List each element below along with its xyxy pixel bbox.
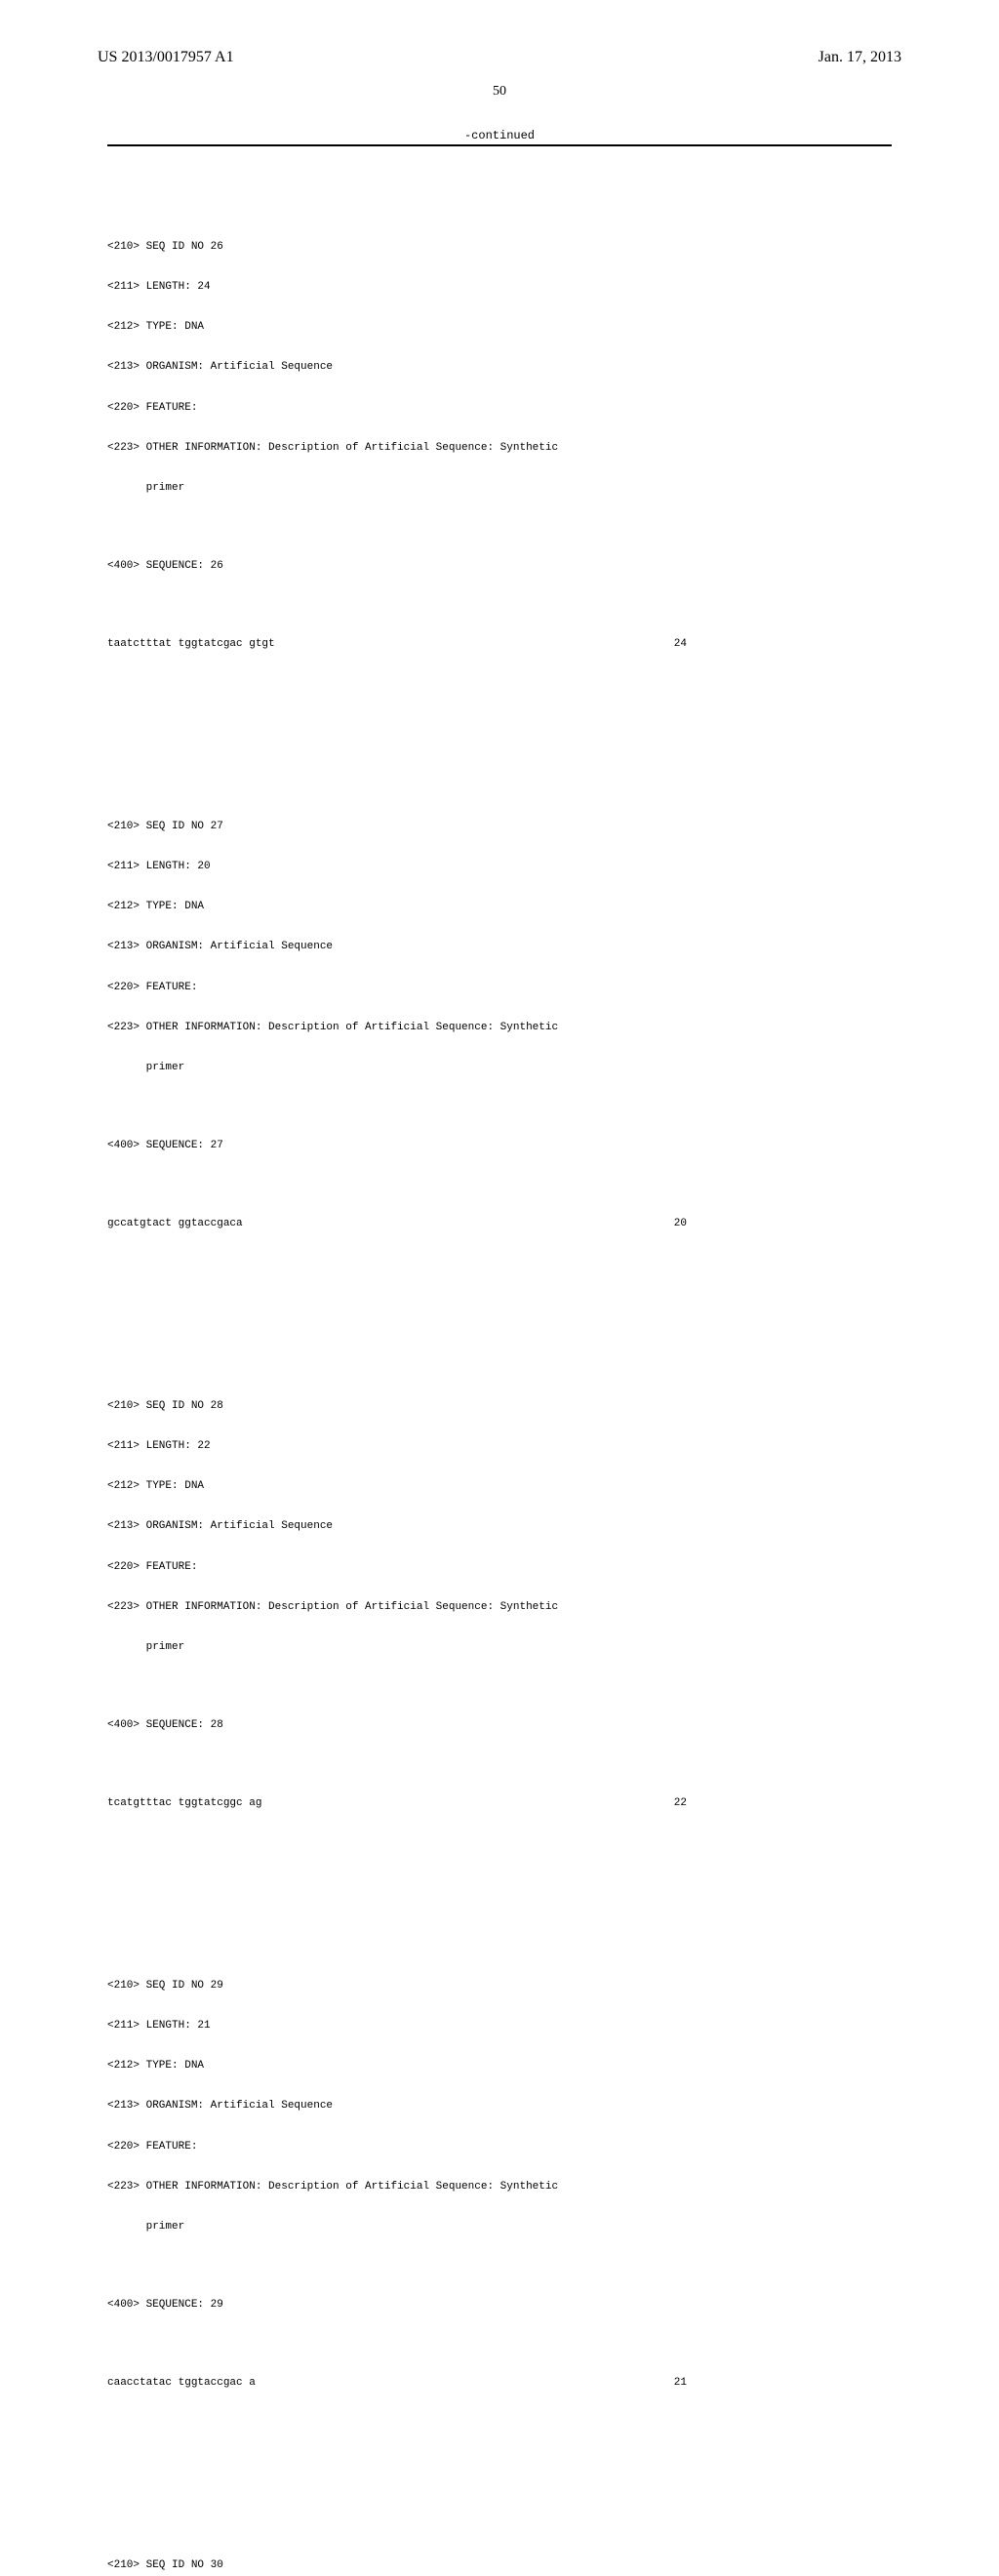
page-container: US 2013/0017957 A1 Jan. 17, 2013 50 -con… [0,0,999,1288]
seq-tag: <213> ORGANISM: Artificial Sequence [107,361,901,375]
seq-data-row: gccatgtact ggtaccgaca 20 [107,1218,901,1231]
seq-tag: <213> ORGANISM: Artificial Sequence [107,1520,901,1534]
seq-tag: <212> TYPE: DNA [107,1480,901,1494]
seq-data-row: caacctatac tggtaccgac a 21 [107,2377,901,2391]
seq-nucleotides: caacctatac tggtaccgac a [107,2377,256,2391]
divider-line [107,144,892,146]
seq-tag: <212> TYPE: DNA [107,901,901,914]
seq-tag: <220> FEATURE: [107,2141,901,2154]
seq-tag: <220> FEATURE: [107,1561,901,1575]
seq-tag: primer [107,1641,901,1655]
seq-data-row: tcatgtttac tggtatcggc ag 22 [107,1797,901,1811]
seq-length: 20 [674,1218,687,1231]
seq-label: <400> SEQUENCE: 27 [107,1140,901,1153]
seq-tag: <210> SEQ ID NO 27 [107,821,901,834]
seq-tag: primer [107,1062,901,1075]
seq-tag: <211> LENGTH: 22 [107,1440,901,1454]
seq-tag: <212> TYPE: DNA [107,2060,901,2073]
continued-label: -continued [98,129,901,142]
seq-tag: <223> OTHER INFORMATION: Description of … [107,2181,901,2194]
seq-length: 22 [674,1797,687,1811]
seq-tag: <210> SEQ ID NO 30 [107,2559,901,2573]
page-number: 50 [98,84,901,100]
seq-nucleotides: tcatgtttac tggtatcggc ag [107,1797,261,1811]
publication-date: Jan. 17, 2013 [819,49,901,66]
publication-number: US 2013/0017957 A1 [98,49,234,66]
seq-tag: <223> OTHER INFORMATION: Description of … [107,442,901,456]
seq-label: <400> SEQUENCE: 26 [107,560,901,574]
seq-tag: <213> ORGANISM: Artificial Sequence [107,2100,901,2113]
seq-length: 21 [674,2377,687,2391]
seq-tag: <210> SEQ ID NO 29 [107,1980,901,1993]
seq-data-row: taatctttat tggtatcgac gtgt 24 [107,638,901,652]
seq-block: <210> SEQ ID NO 30 <211> LENGTH: 22 <212… [107,2532,901,2576]
seq-block: <210> SEQ ID NO 27 <211> LENGTH: 20 <212… [107,793,901,1258]
seq-tag: <211> LENGTH: 24 [107,281,901,295]
seq-tag: <211> LENGTH: 21 [107,2020,901,2033]
seq-tag: <213> ORGANISM: Artificial Sequence [107,941,901,954]
seq-label: <400> SEQUENCE: 28 [107,1719,901,1733]
seq-tag: <210> SEQ ID NO 26 [107,241,901,255]
seq-length: 24 [674,638,687,652]
seq-tag: <223> OTHER INFORMATION: Description of … [107,1022,901,1035]
seq-block: <210> SEQ ID NO 29 <211> LENGTH: 21 <212… [107,1952,901,2417]
seq-tag: <223> OTHER INFORMATION: Description of … [107,1601,901,1615]
page-header: US 2013/0017957 A1 Jan. 17, 2013 [98,49,901,66]
seq-tag: <212> TYPE: DNA [107,321,901,335]
seq-label: <400> SEQUENCE: 29 [107,2299,901,2313]
seq-block: <210> SEQ ID NO 26 <211> LENGTH: 24 <212… [107,214,901,678]
sequence-listing: <210> SEQ ID NO 26 <211> LENGTH: 24 <212… [98,160,901,2576]
seq-tag: <220> FEATURE: [107,982,901,995]
seq-tag: <220> FEATURE: [107,402,901,416]
seq-tag: <211> LENGTH: 20 [107,861,901,874]
seq-nucleotides: gccatgtact ggtaccgaca [107,1218,243,1231]
seq-tag: <210> SEQ ID NO 28 [107,1400,901,1414]
seq-nucleotides: taatctttat tggtatcgac gtgt [107,638,275,652]
seq-tag: primer [107,2221,901,2234]
seq-block: <210> SEQ ID NO 28 <211> LENGTH: 22 <212… [107,1373,901,1837]
seq-tag: primer [107,482,901,496]
